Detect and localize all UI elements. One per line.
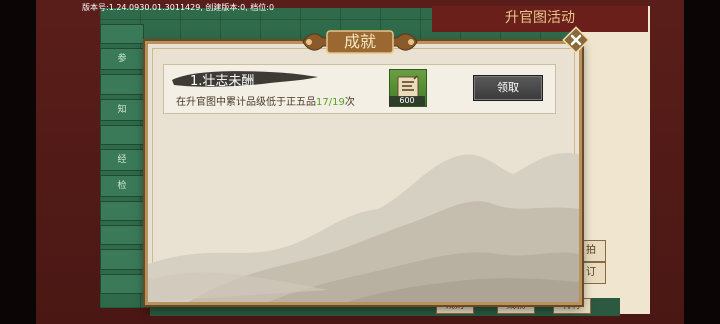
reward-count: 600 xyxy=(389,96,425,106)
description-suffix: 次 xyxy=(344,97,355,108)
achievement-title: 1.壮志未酬 xyxy=(190,74,255,89)
board-tile xyxy=(100,249,144,270)
close-button[interactable] xyxy=(562,26,590,54)
right-letterbox xyxy=(684,0,720,324)
board-tile: 经 xyxy=(100,148,144,171)
board-tile: 检 xyxy=(100,174,144,197)
claim-button[interactable]: 领取 xyxy=(473,75,543,101)
board-tile xyxy=(100,225,144,246)
close-icon xyxy=(562,26,590,54)
version-info: 版本号:1.24.0930.01.3011429, 创建版本:0, 档位:0 xyxy=(82,3,275,12)
board-tile xyxy=(100,74,144,95)
board-tile xyxy=(100,124,144,145)
board-left-column: 参 知 经 检 xyxy=(100,24,144,294)
event-title: 升官图活动 xyxy=(432,6,648,32)
board-tile: 参 xyxy=(100,48,144,71)
progress-count: 17/19 xyxy=(316,97,345,108)
board-tile xyxy=(100,273,144,294)
dialog-title: 成就 xyxy=(343,32,376,51)
board-tile xyxy=(100,200,144,222)
board-tile: 知 xyxy=(100,98,144,121)
description-text: 在升官图中累计品级低于正五品 xyxy=(176,97,316,108)
board-tile xyxy=(100,24,144,45)
achievement-description: 在升官图中累计品级低于正五品17/19次 xyxy=(176,93,355,108)
left-letterbox xyxy=(0,0,36,324)
dialog-title-plaque: 成就 xyxy=(295,26,425,58)
